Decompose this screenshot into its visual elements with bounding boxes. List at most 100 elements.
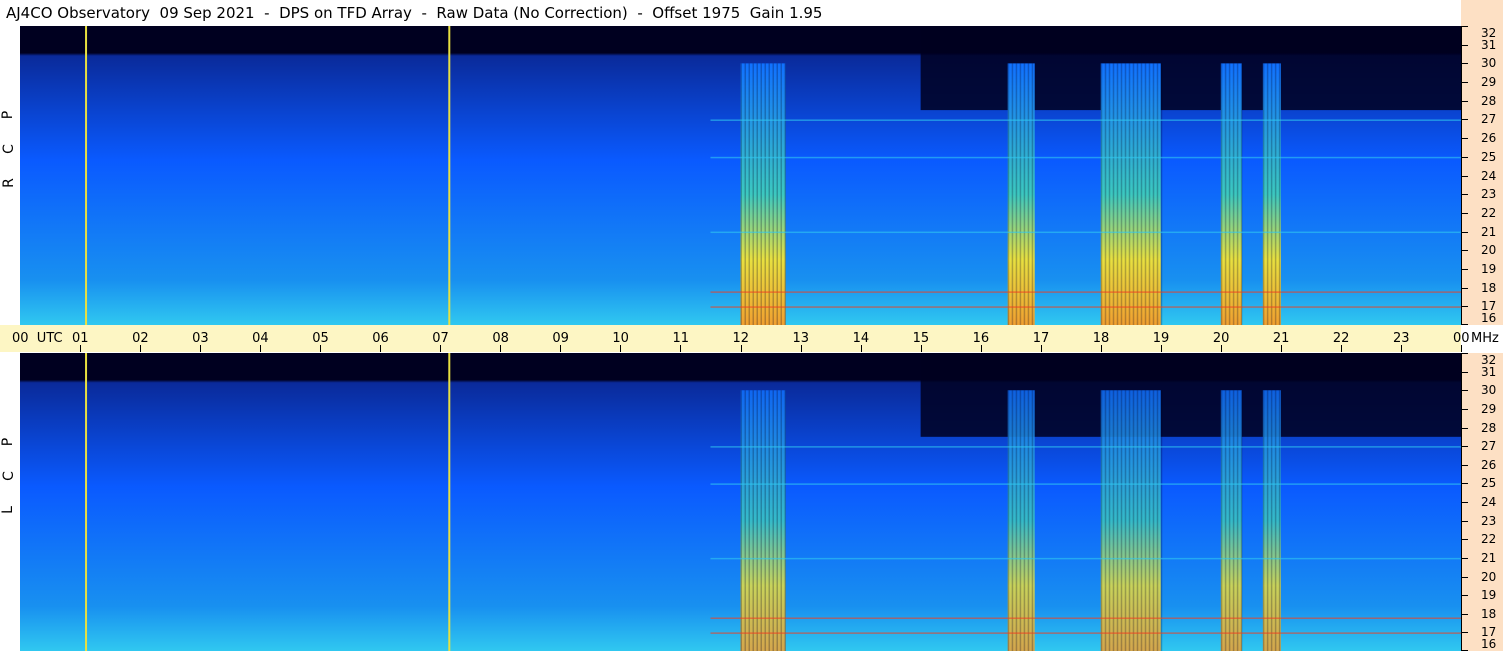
freq-tick-mark	[1462, 100, 1468, 102]
plot-lcp-burst-stripe	[1274, 390, 1277, 651]
plot-rcp-burst-stripe	[776, 63, 778, 325]
plot-rcp-burst-stripe	[1274, 63, 1277, 325]
plot-lcp-burst-stripe	[1128, 390, 1131, 651]
plot-rcp-burst-stripe	[1136, 63, 1139, 325]
freq-tick-mark	[1462, 324, 1468, 325]
rcp-side-label: R C P	[0, 26, 20, 325]
freq-tick-label: 18	[1481, 606, 1497, 621]
plot-rcp-burst-stripe	[1128, 63, 1131, 325]
time-tick-label: 09	[552, 331, 569, 346]
time-tick-mark	[260, 345, 262, 352]
mhz-unit-label: MHz	[1471, 331, 1499, 346]
freq-tick-mark	[1462, 26, 1468, 27]
plot-lcp-burst-stripe	[1116, 390, 1119, 651]
plot-rcp-band-line-4	[710, 306, 1461, 308]
plot-lcp-burst-stripe	[1220, 390, 1223, 651]
plot-lcp-burst-stripe	[1124, 390, 1127, 651]
time-tick-label: 11	[672, 331, 689, 346]
freq-tick-label: 23	[1481, 513, 1497, 528]
time-tick-label: 06	[372, 331, 389, 346]
plot-lcp-band-line-3	[710, 617, 1461, 619]
plot-rcp-burst-stripe	[1023, 63, 1026, 325]
plot-rcp-burst-stripe	[1132, 63, 1135, 325]
plot-lcp-interference-line-0	[85, 353, 88, 651]
freq-tick-label: 28	[1481, 93, 1497, 108]
plot-lcp-interference-line-1	[448, 353, 451, 651]
plot-rcp-burst-stripe	[1112, 63, 1115, 325]
freq-tick-mark	[1462, 175, 1468, 177]
time-tick-mark	[500, 345, 502, 352]
plot-rcp-burst-stripe	[768, 63, 770, 325]
freq-tick-label: 26	[1481, 457, 1497, 472]
time-tick-mark	[560, 345, 562, 352]
freq-tick-mark	[1462, 44, 1468, 46]
time-tick-label: 17	[1032, 331, 1050, 346]
plot-rcp-burst-stripe	[1116, 63, 1119, 325]
plot-lcp-burst-stripe	[1011, 390, 1014, 651]
freq-tick-label: 21	[1481, 550, 1497, 565]
plot-rcp-burst-stripe	[1007, 63, 1010, 325]
freq-tick-label: 25	[1481, 476, 1497, 491]
plot-rcp-burst-stripe	[1266, 63, 1269, 325]
time-tick-mark	[1040, 345, 1042, 352]
plot-rcp-burst-stripe	[1120, 63, 1123, 325]
plot-lcp-band-line-0	[710, 446, 1461, 448]
plot-rcp-burst-stripe	[1156, 63, 1159, 325]
freq-tick-label: 24	[1481, 495, 1497, 509]
time-tick-label: 00 UTC	[12, 331, 63, 346]
freq-tick-mark	[1462, 63, 1468, 65]
plot-rcp-burst-stripe	[784, 63, 786, 325]
freq-tick-mark	[1462, 446, 1468, 448]
time-tick-label: 16	[972, 331, 990, 346]
plot-rcp-burst-stripe	[1027, 63, 1030, 325]
plot-rcp-svg	[20, 26, 1461, 325]
freq-tick-label: 19	[1481, 588, 1497, 603]
plot-rcp-burst-stripe	[1160, 63, 1163, 325]
plot-rcp-burst-stripe	[1124, 63, 1127, 325]
freq-tick-label: 29	[1481, 401, 1497, 416]
time-tick-mark	[1461, 345, 1462, 352]
freq-tick-mark	[1462, 464, 1468, 466]
plot-rcp-burst-stripe	[760, 63, 762, 325]
plot-lcp-burst-stripe	[1148, 390, 1151, 651]
plot-lcp-burst-stripe	[1224, 390, 1227, 651]
time-tick-label: 04	[252, 331, 269, 346]
plot-lcp-burst-stripe	[772, 390, 774, 651]
time-tick-mark	[860, 345, 862, 352]
freq-tick-mark	[1462, 306, 1468, 308]
time-tick-mark	[1340, 345, 1342, 352]
time-tick-mark	[320, 345, 322, 352]
freq-tick-label: 26	[1481, 131, 1497, 146]
plot-rcp-band-line-3	[710, 291, 1461, 293]
plot-rcp-burst-stripe	[1019, 63, 1022, 325]
plot-lcp-burst-stripe	[1278, 390, 1281, 651]
plot-rcp-burst-stripe	[1236, 63, 1239, 325]
plot-lcp-burst-stripe	[756, 390, 758, 651]
time-tick-mark	[1400, 345, 1402, 352]
lcp-frequency-axis: 32 31 30 29 28 27 26 25 24 23 22 21 20 19 18 17 16	[1461, 353, 1503, 651]
plot-lcp-burst-stripe	[1240, 390, 1243, 651]
plot-rcp-burst-stripe	[1144, 63, 1147, 325]
freq-tick-label: 28	[1481, 420, 1497, 435]
time-tick-label: 15	[912, 331, 930, 346]
plot-lcp-burst-stripe	[1100, 390, 1103, 651]
freq-tick-label: 30	[1481, 383, 1497, 398]
plot-rcp-band-line-1	[710, 156, 1461, 159]
lcp-side-label: L C P	[0, 353, 20, 651]
time-tick-label: 19	[1152, 331, 1170, 346]
plot-lcp-burst-stripe	[1156, 390, 1159, 651]
polarization-letter: P	[0, 110, 17, 120]
freq-tick-label: 19	[1481, 261, 1497, 276]
plot-lcp-burst-stripe	[744, 390, 746, 651]
time-tick-mark	[680, 345, 682, 352]
freq-tick-label: 24	[1481, 168, 1497, 183]
time-tick-mark	[80, 345, 82, 352]
plot-rcp-burst-stripe	[1220, 63, 1223, 325]
plot-lcp-burst-stripe	[1019, 390, 1022, 651]
time-tick-mark	[140, 345, 142, 352]
freq-tick-label: 23	[1481, 187, 1497, 202]
freq-tick-mark	[1462, 539, 1468, 541]
plot-rcp-interference-line-0	[85, 26, 88, 325]
time-tick-label: 00	[1453, 331, 1470, 346]
plot-lcp-burst-stripe	[1270, 390, 1273, 651]
